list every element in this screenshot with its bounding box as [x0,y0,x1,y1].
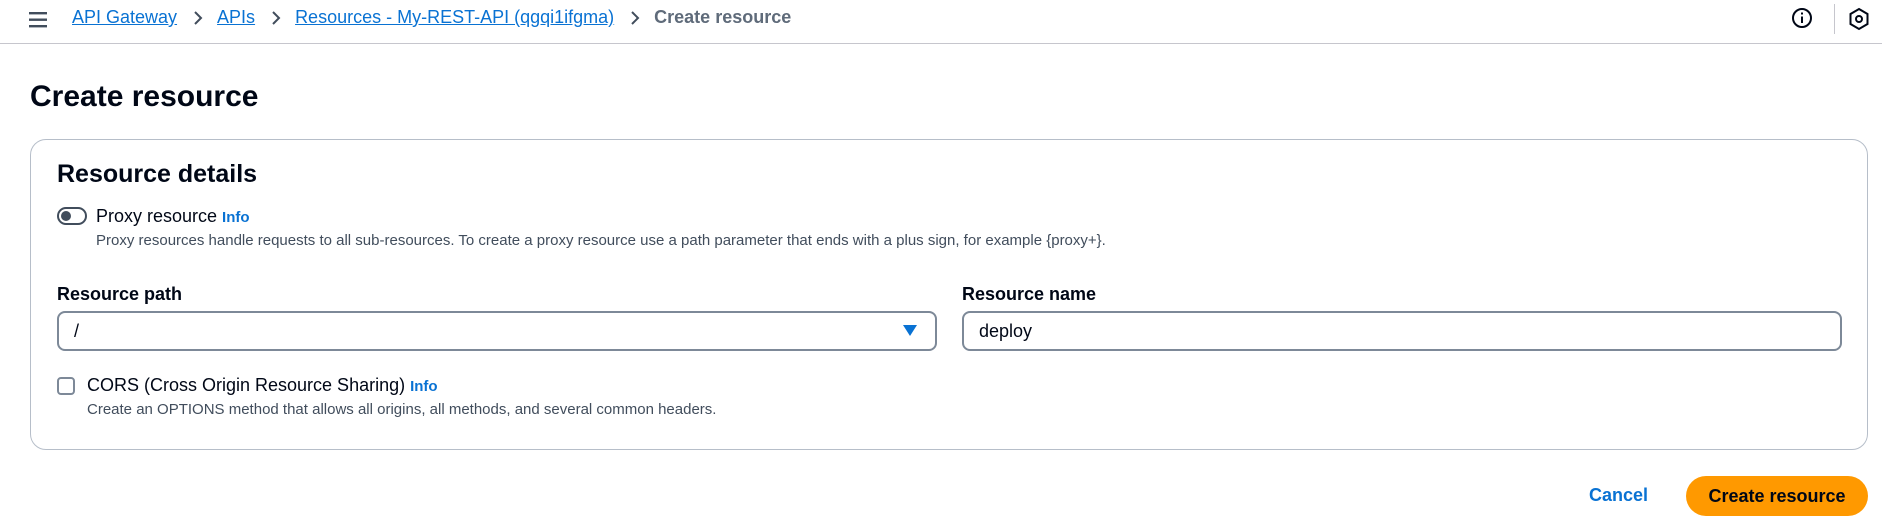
breadcrumb: API Gateway APIs Resources - My-REST-API… [72,7,791,28]
proxy-resource-description: Proxy resources handle requests to all s… [96,232,1106,249]
chevron-right-icon [271,10,281,26]
cors-checkbox[interactable] [57,377,75,395]
top-navigation-bar: API Gateway APIs Resources - My-REST-API… [0,0,1882,44]
breadcrumb-current: Create resource [654,7,792,27]
breadcrumb-api-gateway[interactable]: API Gateway [72,7,177,28]
panel-title: Resource details [57,160,258,188]
resource-path-value: / [74,321,80,341]
proxy-resource-toggle[interactable] [57,207,87,225]
proxy-resource-label-row: Proxy resource Info [96,206,250,227]
info-circle-icon[interactable] [1791,7,1813,29]
toggle-knob [61,211,71,221]
cors-label: CORS (Cross Origin Resource Sharing) [87,375,406,395]
resource-name-value: deploy [979,321,1033,341]
page-title: Create resource [30,80,259,113]
chevron-right-icon [193,10,203,26]
breadcrumb-resources[interactable]: Resources - My-REST-API (qgqi1ifgma) [295,7,614,28]
caret-down-icon [903,325,917,336]
proxy-info-link[interactable]: Info [222,209,250,226]
breadcrumb-apis[interactable]: APIs [217,7,255,28]
hamburger-menu-icon[interactable] [27,8,51,32]
cors-description: Create an OPTIONS method that allows all… [87,401,717,418]
cors-label-row: CORS (Cross Origin Resource Sharing) Inf… [87,375,438,396]
proxy-resource-label: Proxy resource [96,206,218,226]
resource-path-select[interactable]: / [57,311,937,351]
resource-details-panel: Resource details Proxy resource Info Pro… [30,139,1868,450]
create-resource-button[interactable]: Create resource [1686,476,1868,516]
header-divider [1834,4,1835,34]
resource-path-label: Resource path [57,284,183,304]
chevron-right-icon [630,10,640,26]
cors-info-link[interactable]: Info [410,378,438,395]
settings-hexagon-icon[interactable] [1847,7,1871,31]
cancel-button[interactable]: Cancel [1589,485,1648,506]
resource-name-input[interactable]: deploy [962,311,1842,351]
resource-name-label: Resource name [962,284,1097,304]
